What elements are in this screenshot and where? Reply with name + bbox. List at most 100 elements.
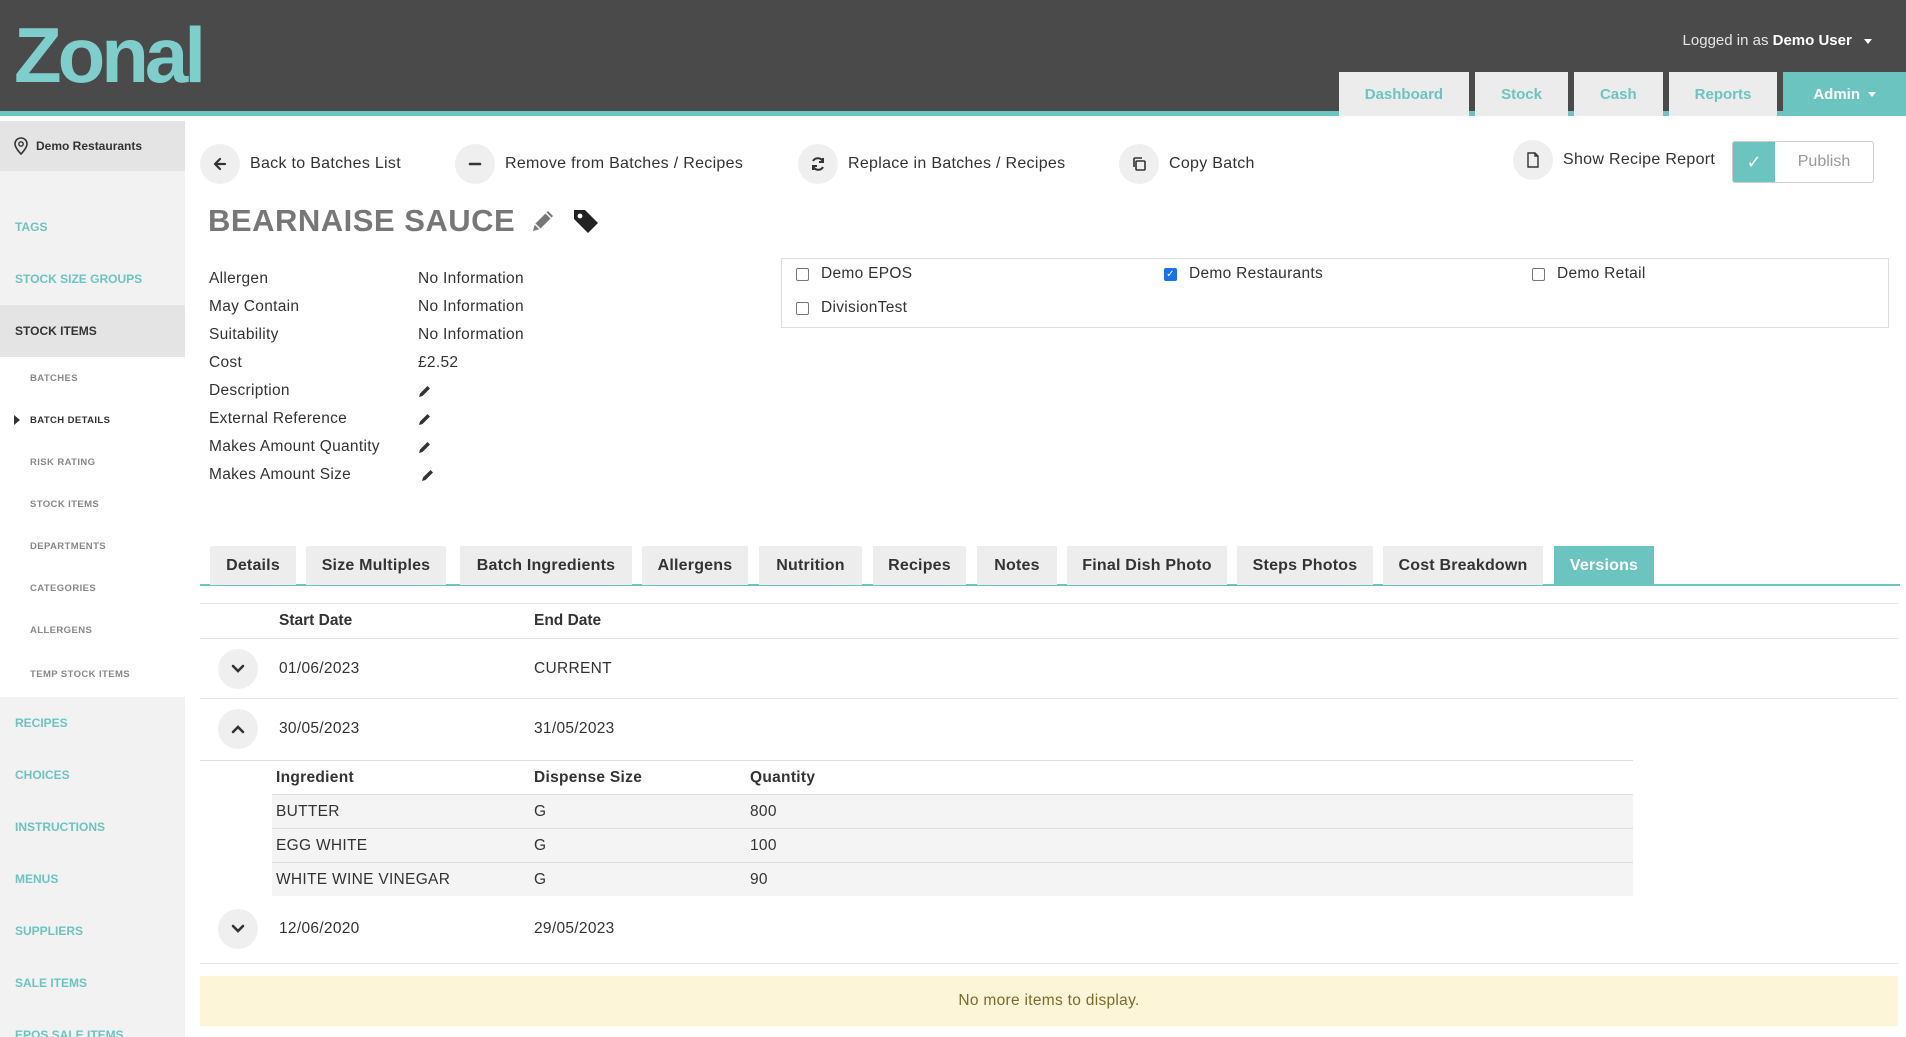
top-nav: Dashboard Stock Cash Reports Admin — [1338, 72, 1906, 116]
prop-key: Makes Amount Size — [209, 466, 352, 483]
publish-label: Publish — [1797, 153, 1851, 170]
ingredient-name: EGG WHITE — [276, 836, 368, 854]
ingredient-row: EGG WHITE G 100 — [272, 828, 1633, 862]
ingredient-row: BUTTER G 800 — [272, 794, 1633, 828]
nav-cash[interactable]: Cash — [1573, 72, 1663, 116]
show-recipe-report-button[interactable]: Show Recipe Report — [1513, 140, 1715, 180]
prop-row: Allergen No Information — [209, 265, 609, 293]
sidebar-item-sale-items[interactable]: SALE ITEMS — [0, 957, 185, 1009]
copy-batch-button[interactable]: Copy Batch — [1119, 144, 1255, 184]
tab-notes[interactable]: Notes — [977, 546, 1057, 585]
checkbox[interactable] — [796, 301, 809, 315]
division-divisiontest[interactable]: DivisionTest — [796, 299, 907, 317]
chevron-down-icon[interactable] — [218, 909, 258, 949]
nav-reports[interactable]: Reports — [1668, 72, 1778, 116]
show-recipe-report-label: Show Recipe Report — [1563, 151, 1716, 168]
nav-stock[interactable]: Stock — [1475, 72, 1568, 116]
checkbox-checked[interactable]: ✓ — [1164, 267, 1177, 281]
chevron-up-icon[interactable] — [218, 709, 258, 749]
publish-toggle[interactable]: ✓ Publish — [1732, 141, 1874, 183]
tab-batch-ingredients[interactable]: Batch Ingredients — [460, 546, 632, 585]
ingredients-header: Ingredient Dispense Size Quantity — [200, 760, 1633, 794]
chevron-down-icon[interactable] — [218, 648, 258, 689]
division-label: Demo EPOS — [821, 265, 913, 282]
division-demo-retail[interactable]: Demo Retail — [1532, 265, 1646, 283]
prop-row: Makes Amount Size — [209, 461, 609, 489]
ingredient-name: BUTTER — [276, 802, 340, 820]
tab-bar: Details Size Multiples Batch Ingredients… — [200, 546, 1900, 586]
version-start: 12/06/2020 — [279, 920, 360, 937]
checkbox[interactable] — [1532, 267, 1545, 281]
division-demo-epos[interactable]: Demo EPOS — [796, 265, 912, 283]
tab-allergens[interactable]: Allergens — [642, 546, 748, 585]
edit-makes-size-icon[interactable] — [421, 468, 435, 482]
prop-row: May Contain No Information — [209, 293, 609, 321]
sidebar-sub-allergens[interactable]: ALLERGENS — [0, 609, 185, 651]
sidebar-sub-batches[interactable]: BATCHES — [0, 357, 185, 399]
col-quantity: Quantity — [750, 768, 816, 786]
edit-description-icon[interactable] — [418, 384, 432, 398]
col-end-date: End Date — [534, 612, 602, 629]
version-end: 29/05/2023 — [534, 920, 615, 937]
sidebar-item-stock-size-groups[interactable]: STOCK SIZE GROUPS — [0, 253, 185, 305]
sidebar-sub-risk-rating[interactable]: RISK RATING — [0, 441, 185, 483]
location-pin-icon — [14, 137, 28, 155]
tab-steps-photos[interactable]: Steps Photos — [1237, 546, 1373, 585]
site-selector[interactable]: Demo Restaurants — [0, 121, 185, 171]
check-icon: ✓ — [1733, 142, 1775, 182]
sidebar-sub-temp-stock-items[interactable]: TEMP STOCK ITEMS — [0, 651, 185, 697]
current-arrow-icon — [14, 415, 20, 425]
remove-button[interactable]: Remove from Batches / Recipes — [455, 144, 743, 184]
sidebar-sub-stock-items[interactable]: STOCK ITEMS — [0, 483, 185, 525]
ingredient-name: WHITE WINE VINEGAR — [276, 870, 451, 888]
zonal-logo[interactable]: Zonal — [14, 20, 240, 92]
tab-recipes[interactable]: Recipes — [873, 546, 966, 585]
prop-value: No Information — [418, 270, 524, 287]
edit-makes-quantity-icon[interactable] — [418, 440, 432, 454]
tab-cost-breakdown[interactable]: Cost Breakdown — [1383, 546, 1543, 585]
tab-size-multiples[interactable]: Size Multiples — [306, 546, 446, 585]
division-demo-restaurants[interactable]: ✓ Demo Restaurants — [1164, 265, 1323, 283]
sidebar-item-choices[interactable]: CHOICES — [0, 749, 185, 801]
checkbox[interactable] — [796, 267, 809, 281]
sidebar-sub-categories[interactable]: CATEGORIES — [0, 567, 185, 609]
tab-nutrition[interactable]: Nutrition — [759, 546, 862, 585]
sidebar-item-stock-items[interactable]: STOCK ITEMS — [0, 305, 185, 357]
col-dispense-size: Dispense Size — [534, 768, 643, 786]
ingredient-size: G — [534, 870, 547, 888]
pencil-icon[interactable] — [529, 207, 557, 235]
logged-in-prefix: Logged in as — [1682, 32, 1769, 49]
nav-dashboard[interactable]: Dashboard — [1338, 72, 1470, 116]
back-label: Back to Batches List — [250, 155, 401, 172]
prop-key: Description — [209, 382, 290, 399]
ingredient-row: WHITE WINE VINEGAR G 90 — [272, 862, 1633, 896]
nav-admin[interactable]: Admin — [1783, 72, 1906, 116]
remove-label: Remove from Batches / Recipes — [505, 155, 744, 172]
tab-final-dish-photo[interactable]: Final Dish Photo — [1067, 546, 1227, 585]
prop-key: Suitability — [209, 326, 279, 343]
ingredient-size: G — [534, 836, 547, 854]
version-row[interactable]: 01/06/2023 CURRENT — [200, 639, 1898, 699]
prop-row: External Reference — [209, 405, 609, 433]
sidebar-item-epos-sale-items[interactable]: EPOS SALE ITEMS — [0, 1009, 185, 1037]
logged-in-user[interactable]: Logged in as Demo User — [1683, 32, 1872, 49]
sidebar-item-suppliers[interactable]: SUPPLIERS — [0, 905, 185, 957]
sidebar-sub-batch-details[interactable]: BATCH DETAILS — [0, 399, 185, 441]
tag-icon[interactable] — [571, 206, 601, 236]
top-header: Zonal Logged in as Demo User Dashboard S… — [0, 0, 1906, 116]
sidebar-item-tags[interactable]: TAGS — [0, 201, 185, 253]
replace-button[interactable]: Replace in Batches / Recipes — [798, 144, 1065, 184]
edit-external-reference-icon[interactable] — [418, 412, 432, 426]
version-row[interactable]: 12/06/2020 29/05/2023 — [200, 899, 1898, 959]
tab-details[interactable]: Details — [210, 546, 296, 585]
sidebar-sub-departments[interactable]: DEPARTMENTS — [0, 525, 185, 567]
sidebar-item-recipes[interactable]: RECIPES — [0, 697, 185, 749]
sidebar-item-menus[interactable]: MENUS — [0, 853, 185, 905]
replace-label: Replace in Batches / Recipes — [848, 155, 1066, 172]
tab-versions[interactable]: Versions — [1554, 546, 1654, 585]
user-caret-icon — [1864, 38, 1872, 44]
sidebar-item-instructions[interactable]: INSTRUCTIONS — [0, 801, 185, 853]
division-label: Demo Retail — [1557, 265, 1646, 282]
no-more-items-notice: No more items to display. — [200, 976, 1898, 1026]
back-button[interactable]: Back to Batches List — [200, 144, 401, 184]
